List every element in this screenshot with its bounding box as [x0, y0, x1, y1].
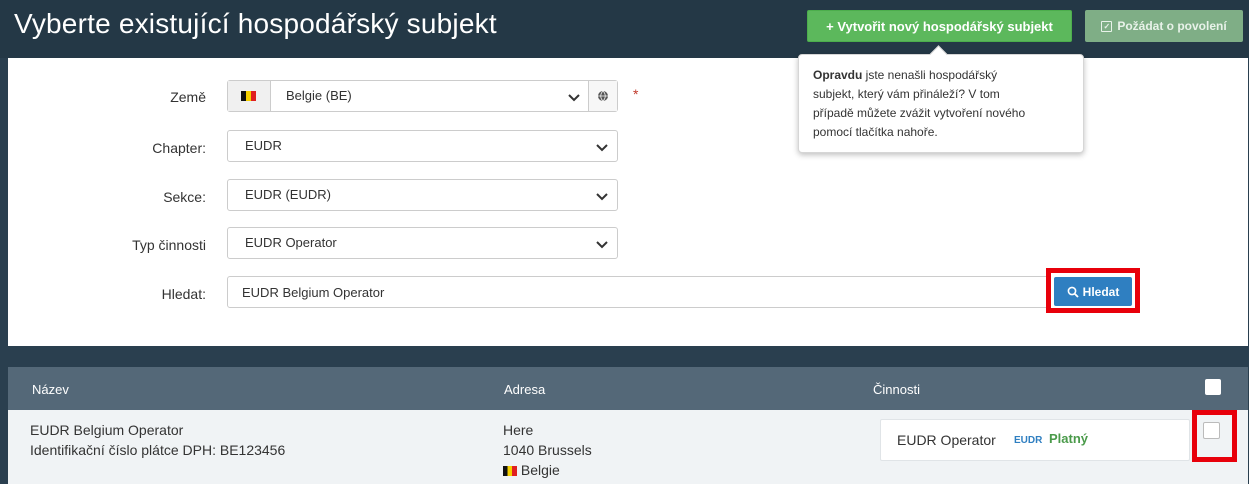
tooltip-line2: subjekt, který vám přináleží? V tom — [813, 87, 1000, 101]
section-select[interactable]: EUDR (EUDR) — [227, 179, 618, 211]
chevron-down-icon — [568, 94, 580, 102]
search-label: Hledat: — [161, 286, 206, 302]
tooltip-bold: Opravdu — [813, 68, 863, 82]
chevron-down-icon — [596, 193, 608, 201]
country-label: Země — [170, 89, 206, 105]
info-tooltip: Opravdu jste nenašli hospodářský subjekt… — [798, 45, 1084, 153]
section-value: EUDR (EUDR) — [245, 187, 331, 202]
checkbox-icon: ✓ — [1101, 20, 1113, 32]
activity-name: EUDR Operator — [897, 432, 996, 448]
operator-vat: Identifikační číslo plátce DPH: BE123456 — [30, 442, 286, 458]
page-title: Vyberte existující hospodářský subjekt — [14, 8, 497, 39]
search-value: EUDR Belgium Operator — [242, 285, 385, 300]
activity-card: EUDR Operator EUDR Platný — [880, 419, 1190, 461]
chapter-value: EUDR — [245, 138, 282, 153]
request-authorisation-label: Požádat o povolení — [1117, 19, 1227, 33]
request-authorisation-button[interactable]: ✓ Požádat o povolení — [1085, 10, 1243, 42]
address-country-name: Belgie — [520, 462, 560, 478]
address-line2: 1040 Brussels — [503, 442, 592, 458]
table-row[interactable]: EUDR Belgium Operator Identifikační čísl… — [8, 410, 1248, 484]
results-table-header: Název Adresa Činnosti — [8, 367, 1248, 410]
country-value: Belgie (BE) — [286, 88, 352, 103]
column-name: Název — [32, 382, 69, 397]
page-header: Vyberte existující hospodářský subjekt +… — [0, 0, 1249, 58]
address-line1: Here — [503, 422, 534, 438]
search-button[interactable]: Hledat — [1054, 277, 1132, 306]
operator-name: EUDR Belgium Operator — [30, 422, 184, 438]
chapter-select[interactable]: EUDR — [227, 130, 618, 162]
search-button-label: Hledat — [1082, 284, 1120, 299]
search-icon — [1067, 286, 1079, 298]
chevron-down-icon — [596, 144, 608, 152]
chapter-label: Chapter: — [152, 140, 206, 156]
column-address: Adresa — [504, 382, 546, 397]
tooltip-line3: případě můžete zvážit vytvoření nového — [813, 106, 1026, 120]
row-select-checkbox[interactable] — [1203, 422, 1220, 439]
country-select[interactable]: Belgie (BE) — [227, 80, 618, 112]
activity-tag: EUDR — [1014, 435, 1043, 446]
create-economic-operator-button[interactable]: + Vytvořit nový hospodářský subjekt — [807, 10, 1072, 42]
section-label: Sekce: — [163, 189, 206, 205]
select-all-checkbox[interactable] — [1205, 379, 1221, 395]
tooltip-line1: jste nenašli hospodářský — [862, 68, 998, 82]
required-marker: * — [633, 86, 639, 102]
belgium-flag-icon — [503, 466, 517, 477]
belgium-flag-icon — [241, 91, 256, 101]
column-activities: Činnosti — [873, 382, 920, 397]
activity-type-value: EUDR Operator — [245, 235, 337, 250]
status-badge: Platný — [1049, 431, 1089, 446]
tooltip-line4: pomocí tlačítka nahoře. — [813, 125, 938, 139]
flag-addon — [228, 81, 271, 111]
globe-icon — [598, 90, 608, 102]
activity-type-select[interactable]: EUDR Operator — [227, 227, 618, 259]
address-country: Belgie — [503, 462, 560, 478]
globe-button[interactable] — [588, 81, 617, 111]
chevron-down-icon — [596, 241, 608, 249]
search-input[interactable]: EUDR Belgium Operator — [227, 276, 1053, 308]
activity-type-label: Typ činnosti — [132, 237, 206, 253]
